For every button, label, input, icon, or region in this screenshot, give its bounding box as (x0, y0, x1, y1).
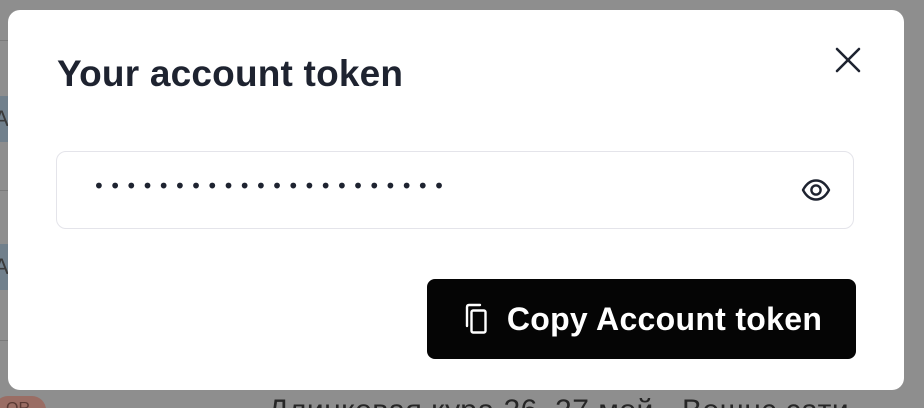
background-badge: OR (0, 396, 46, 408)
reveal-token-button[interactable] (799, 173, 833, 207)
eye-icon (801, 179, 831, 201)
close-icon (835, 47, 861, 73)
copy-account-token-button[interactable]: Copy Account token (427, 279, 856, 359)
background-row-text: Длинковая кура 26–27 мой · Вешнс сати (268, 394, 849, 408)
copy-icon (461, 302, 491, 336)
account-token-field[interactable]: •••••••••••••••••••••• (56, 151, 854, 229)
close-button[interactable] (828, 40, 868, 80)
copy-button-label: Copy Account token (506, 300, 823, 337)
account-token-modal: Your account token •••••••••••••••••••••… (8, 10, 904, 390)
account-token-value[interactable]: •••••••••••••••••••••• (93, 174, 449, 198)
modal-title: Your account token (57, 53, 404, 94)
